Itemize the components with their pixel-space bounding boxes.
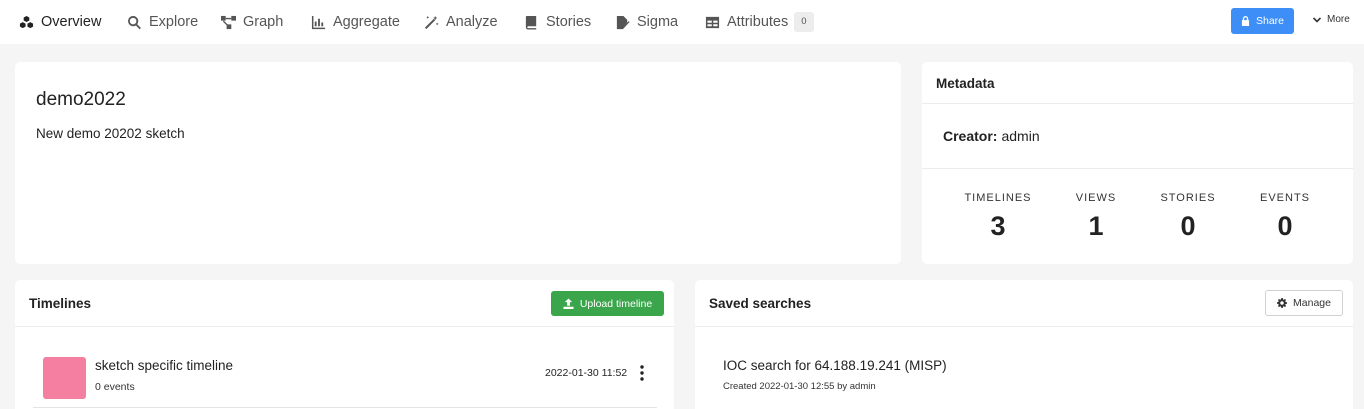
more-vertical-icon — [640, 365, 644, 381]
tab-sigma[interactable]: Sigma — [615, 0, 678, 44]
graph-icon — [221, 15, 236, 30]
more-menu-button[interactable]: More — [1313, 14, 1350, 25]
saved-searches-card: Saved searches Manage IOC search for 64.… — [695, 280, 1353, 409]
gear-icon — [1277, 298, 1288, 308]
tab-aggregate[interactable]: Aggregate — [311, 0, 400, 44]
tab-stories[interactable]: Stories — [524, 0, 591, 44]
tab-label: Attributes — [727, 14, 789, 30]
upload-icon — [563, 298, 574, 309]
tab-analyze[interactable]: Analyze — [424, 0, 498, 44]
saved-search-meta: Created 2022-01-30 12:55 by admin — [723, 381, 876, 392]
more-label: More — [1327, 14, 1350, 25]
upload-label: Upload timeline — [579, 297, 653, 310]
timeline-row[interactable]: sketch specific timeline 0 events 2022-0… — [33, 347, 657, 408]
sketch-info-card: demo2022 New demo 20202 sketch — [15, 62, 901, 264]
chevron-down-icon — [1313, 16, 1321, 23]
tab-label: Graph — [243, 14, 284, 30]
lock-icon — [1241, 16, 1250, 26]
stat-timelines: TIMELINES 3 — [948, 192, 1048, 242]
creator-value: admin — [1001, 128, 1040, 144]
tab-label: Analyze — [446, 14, 498, 30]
magic-wand-icon — [424, 15, 439, 30]
signature-icon — [615, 15, 630, 30]
tab-label: Stories — [546, 14, 592, 30]
tab-attributes[interactable]: Attributes 0 — [705, 0, 814, 44]
stat-stories: STORIES 0 — [1138, 192, 1238, 242]
timelines-card: Timelines Upload timeline sketch specifi… — [15, 280, 674, 409]
creator-line: Creator: admin — [943, 128, 1040, 144]
manage-label: Manage — [1293, 297, 1331, 309]
stat-value: 0 — [1180, 211, 1196, 241]
metadata-card: Metadata Creator: admin TIMELINES 3 VIEWS… — [922, 62, 1353, 264]
saved-search-link[interactable]: IOC search for 64.188.19.241 (MISP) — [723, 358, 947, 373]
tab-explore[interactable]: Explore — [127, 0, 198, 44]
tab-label: Explore — [149, 14, 199, 30]
top-navigation: Overview Explore Graph Aggregate Analyze… — [0, 0, 1364, 44]
share-label: Share — [1255, 15, 1285, 27]
creator-label: Creator: — [943, 128, 998, 144]
timeline-menu-button[interactable] — [635, 364, 649, 382]
book-icon — [524, 15, 539, 30]
saved-searches-header: Saved searches Manage — [695, 280, 1353, 327]
saved-searches-title: Saved searches — [709, 296, 812, 311]
divider — [922, 168, 1353, 169]
stat-views: VIEWS 1 — [1046, 192, 1146, 242]
stat-label: TIMELINES — [964, 192, 1032, 204]
upload-timeline-button[interactable]: Upload timeline — [551, 291, 664, 316]
manage-button[interactable]: Manage — [1265, 290, 1343, 316]
sketch-title[interactable]: demo2022 — [36, 89, 126, 111]
timeline-date: 2022-01-30 11:52 — [545, 367, 628, 379]
table-icon — [705, 15, 720, 30]
cubes-icon — [19, 15, 34, 30]
stat-label: EVENTS — [1259, 192, 1310, 204]
stat-label: STORIES — [1160, 192, 1216, 204]
share-button[interactable]: Share — [1231, 8, 1294, 34]
bar-chart-icon — [311, 15, 326, 30]
timelines-title: Timelines — [29, 296, 92, 311]
timeline-name[interactable]: sketch specific timeline — [95, 358, 233, 373]
timelines-header: Timelines Upload timeline — [15, 280, 674, 327]
stat-label: VIEWS — [1075, 192, 1117, 204]
metadata-title: Metadata — [936, 76, 995, 91]
timeline-color-swatch[interactable] — [43, 357, 86, 399]
stat-events: EVENTS 0 — [1235, 192, 1335, 242]
metadata-header: Metadata — [922, 62, 1353, 104]
tab-graph[interactable]: Graph — [221, 0, 283, 44]
tab-label: Aggregate — [333, 14, 400, 30]
stat-value: 1 — [1088, 211, 1104, 241]
stat-value: 3 — [990, 211, 1006, 241]
stat-value: 0 — [1277, 211, 1293, 241]
timeline-event-count: 0 events — [95, 381, 135, 393]
attributes-count-badge: 0 — [794, 12, 814, 32]
sketch-description[interactable]: New demo 20202 sketch — [36, 126, 185, 141]
tab-label: Overview — [41, 14, 102, 30]
tab-label: Sigma — [637, 14, 679, 30]
search-icon — [127, 15, 142, 30]
tab-overview[interactable]: Overview — [19, 0, 101, 44]
